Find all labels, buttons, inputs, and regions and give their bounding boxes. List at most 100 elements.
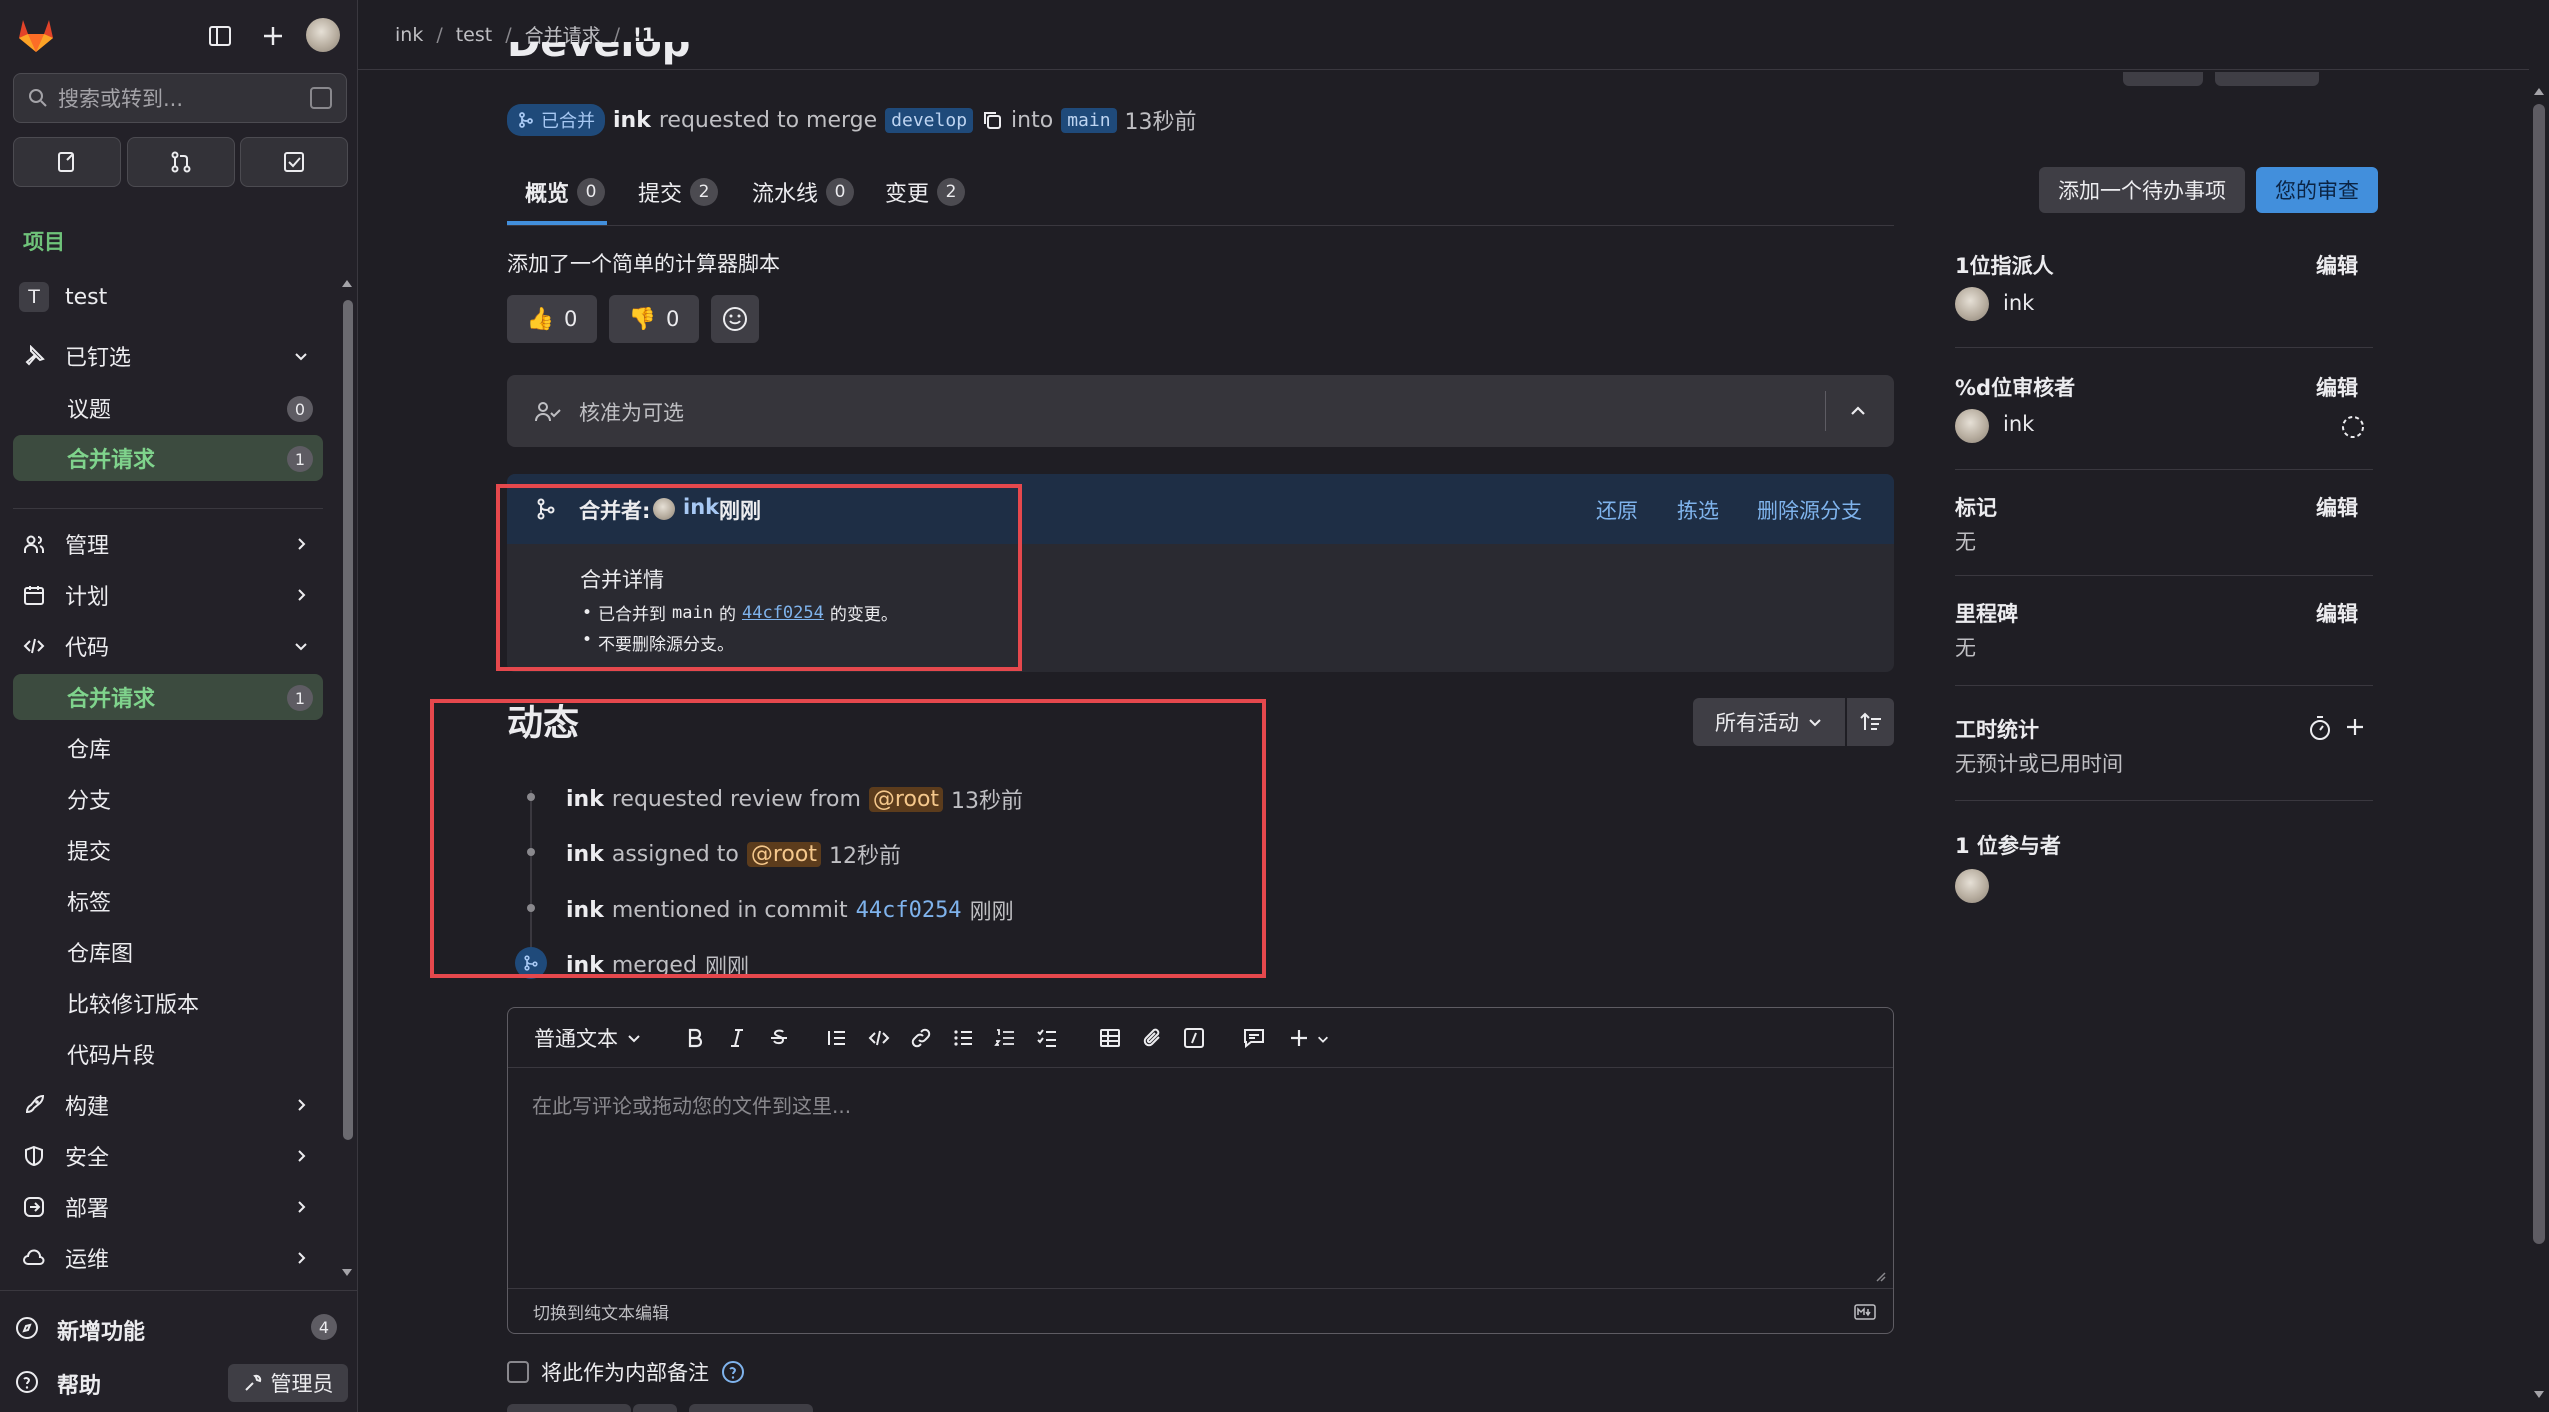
thumbs-up-button[interactable]: 👍 0	[507, 295, 597, 343]
quote-icon[interactable]	[826, 1027, 848, 1049]
assignee-avatar[interactable]	[1955, 287, 1989, 321]
edit-labels-button[interactable]: 编辑	[2316, 492, 2358, 522]
comment-icon[interactable]	[1242, 1027, 1266, 1049]
scroll-down-arrow-icon[interactable]	[340, 1266, 354, 1280]
author-link[interactable]: ink	[613, 108, 651, 133]
sidebar-item-issues[interactable]: 议题 0	[13, 385, 323, 431]
chevron-up-icon[interactable]	[1846, 399, 1870, 423]
search-box[interactable]: 搜索或转到...	[13, 73, 347, 123]
plus-icon[interactable]	[261, 24, 285, 48]
sort-order-button[interactable]	[1847, 698, 1894, 746]
active-tab-indicator	[507, 221, 607, 225]
project-link[interactable]: T test	[13, 274, 323, 320]
assignee-name[interactable]: ink	[2003, 291, 2034, 315]
plus-icon[interactable]	[2344, 716, 2366, 738]
internal-note-checkbox[interactable]	[507, 1361, 529, 1383]
tab-pipelines[interactable]: 流水线 0	[752, 176, 855, 208]
sidebar-item-pinned-merge-requests[interactable]: 合并请求 1	[13, 435, 323, 481]
text-style-label: 普通文本	[534, 1027, 618, 1051]
revert-button[interactable]: 还原	[1596, 495, 1638, 525]
merge-requests-quick-button[interactable]	[127, 137, 235, 187]
numbered-list-icon[interactable]	[994, 1027, 1016, 1049]
sidebar-item-commits[interactable]: 提交	[13, 827, 323, 873]
sidebar-item-code[interactable]: 代码	[13, 623, 323, 669]
header-action-button[interactable]	[2123, 72, 2203, 86]
sidebar-item-plan[interactable]: 计划	[13, 572, 323, 618]
bold-icon[interactable]	[684, 1027, 706, 1049]
reviewer-name[interactable]: ink	[2003, 412, 2034, 436]
issues-quick-button[interactable]	[13, 137, 121, 187]
help-button[interactable]: 帮助	[13, 1359, 163, 1403]
breadcrumb-item[interactable]: ink	[395, 24, 423, 46]
sidebar-item-secure[interactable]: 安全	[13, 1133, 323, 1179]
switch-to-plain-text[interactable]: 切换到纯文本编辑	[533, 1299, 669, 1324]
tab-commits[interactable]: 提交 2	[638, 176, 719, 208]
gitlab-logo-icon[interactable]	[16, 16, 56, 54]
delete-source-branch-button[interactable]: 删除源分支	[1757, 495, 1862, 525]
sidebar-item-repository[interactable]: 仓库	[13, 725, 323, 771]
sidebar-item-deploy[interactable]: 部署	[13, 1184, 323, 1230]
activity-filter-dropdown[interactable]: 所有活动	[1693, 698, 1845, 746]
section-label: 项目	[23, 230, 65, 254]
italic-icon[interactable]	[726, 1027, 748, 1049]
reviewer-avatar[interactable]	[1955, 409, 1989, 443]
sidebar-scroll-thumb[interactable]	[343, 300, 353, 1140]
edit-reviewers-button[interactable]: 编辑	[2316, 372, 2358, 402]
code-icon[interactable]	[868, 1027, 890, 1049]
sidebar-item-snippets[interactable]: 代码片段	[13, 1031, 323, 1077]
slash-commands-icon[interactable]	[1183, 1027, 1205, 1049]
pinned-toggle[interactable]: 已钉选	[13, 333, 323, 379]
comment-options-button[interactable]	[633, 1404, 677, 1412]
sidebar-toggle-icon[interactable]	[208, 24, 232, 48]
edit-assignees-button[interactable]: 编辑	[2316, 250, 2358, 280]
resize-handle-icon[interactable]	[1874, 1270, 1886, 1282]
your-review-button[interactable]: 您的审查	[2256, 167, 2378, 213]
scroll-up-arrow-icon[interactable]	[340, 276, 354, 290]
sidebar-item-operate[interactable]: 运维	[13, 1235, 323, 1281]
chevron-down-icon[interactable]	[1316, 1032, 1330, 1046]
todos-quick-button[interactable]	[240, 137, 348, 187]
copy-icon[interactable]	[981, 109, 1003, 131]
sidebar-item-repository-graph[interactable]: 仓库图	[13, 929, 323, 975]
table-icon[interactable]	[1099, 1027, 1121, 1049]
tab-overview[interactable]: 概览 0	[525, 176, 606, 208]
comment-placeholder[interactable]: 在此写评论或拖动您的文件到这里...	[532, 1090, 851, 1119]
sidebar-item-label: 合并请求	[67, 687, 156, 712]
sidebar-item-compare-revisions[interactable]: 比较修订版本	[13, 980, 323, 1026]
sidebar-item-merge-requests[interactable]: 合并请求 1	[13, 674, 323, 720]
edit-milestone-button[interactable]: 编辑	[2316, 598, 2358, 628]
bullet-list-icon[interactable]	[952, 1027, 974, 1049]
sidebar-item-tags[interactable]: 标签	[13, 878, 323, 924]
scroll-down-arrow-icon[interactable]	[2532, 1388, 2546, 1402]
add-todo-button[interactable]: 添加一个待办事项	[2039, 167, 2245, 213]
tab-changes[interactable]: 变更 2	[885, 176, 966, 208]
link-icon[interactable]	[910, 1027, 932, 1049]
participant-avatar[interactable]	[1955, 869, 1989, 903]
thumbs-down-button[interactable]: 👎 0	[609, 295, 699, 343]
add-reaction-button[interactable]	[711, 295, 759, 343]
breadcrumb-item[interactable]: test	[456, 24, 493, 46]
header-action-button[interactable]	[2215, 72, 2319, 86]
plus-icon[interactable]	[1288, 1027, 1310, 1049]
calendar-icon	[24, 586, 44, 605]
help-icon[interactable]	[721, 1360, 745, 1384]
text-style-dropdown[interactable]: 普通文本	[534, 1023, 642, 1053]
sidebar-item-build[interactable]: 构建	[13, 1082, 323, 1128]
target-branch[interactable]: main	[1061, 107, 1117, 133]
scroll-up-arrow-icon[interactable]	[2532, 84, 2546, 98]
whats-new-button[interactable]: 新增功能 4	[13, 1305, 347, 1349]
admin-button[interactable]: 管理员	[228, 1364, 348, 1402]
comment-button[interactable]	[507, 1404, 631, 1412]
attachment-icon[interactable]	[1141, 1027, 1163, 1049]
close-button[interactable]	[689, 1404, 813, 1412]
source-branch[interactable]: develop	[885, 107, 974, 133]
cherry-pick-button[interactable]: 拣选	[1677, 495, 1719, 525]
task-list-icon[interactable]	[1036, 1027, 1058, 1049]
thumbs-down-count: 0	[666, 307, 680, 331]
stopwatch-icon[interactable]	[2308, 715, 2332, 741]
strikethrough-icon[interactable]	[768, 1027, 790, 1049]
sidebar-item-manage[interactable]: 管理	[13, 521, 323, 567]
page-scroll-thumb[interactable]	[2533, 104, 2545, 1244]
user-avatar[interactable]	[306, 18, 340, 52]
sidebar-item-branches[interactable]: 分支	[13, 776, 323, 822]
